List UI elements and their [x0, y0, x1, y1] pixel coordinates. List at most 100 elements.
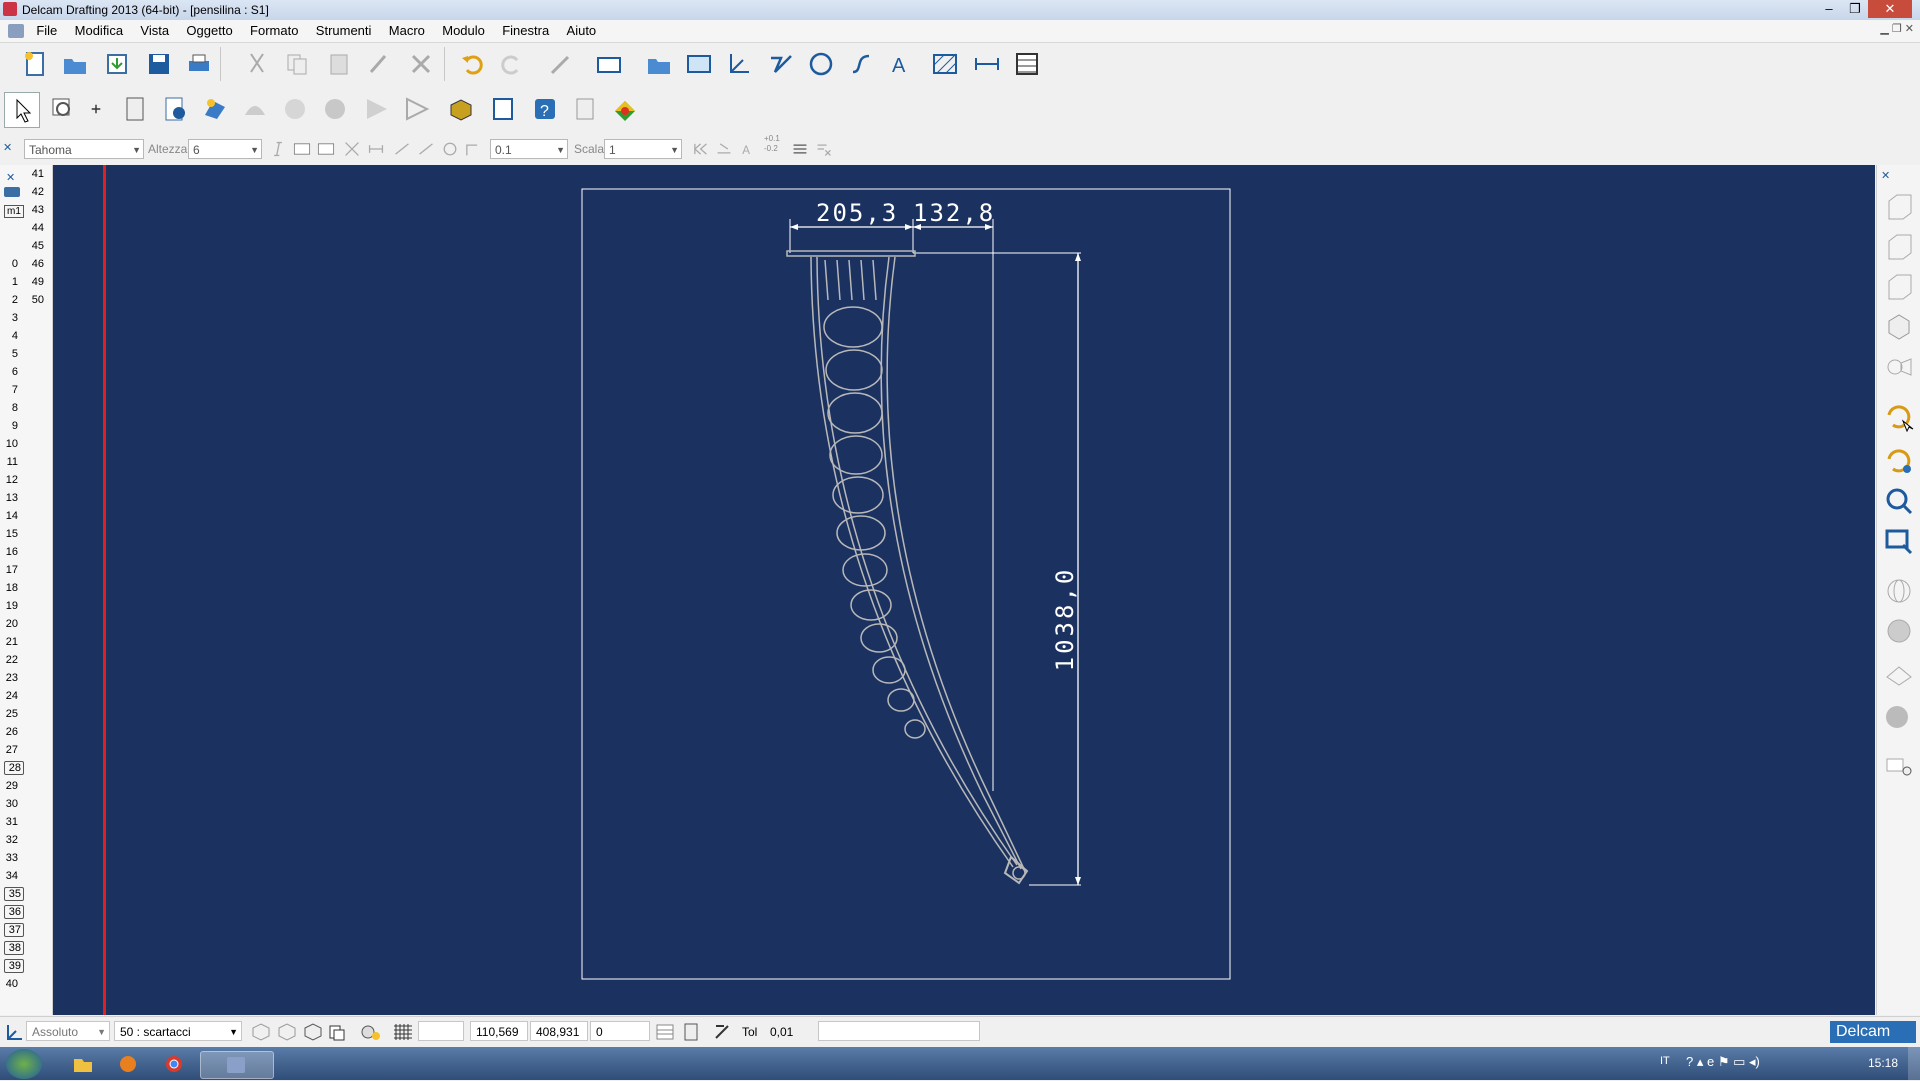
mdi-window-controls[interactable]: ▁ ❐ ✕ — [1880, 22, 1914, 35]
snap-box-icon[interactable] — [302, 1022, 324, 1042]
copy-icon[interactable] — [280, 47, 314, 81]
ball-icon[interactable] — [318, 92, 352, 126]
layer-number[interactable]: 49 — [28, 275, 44, 289]
wizard-icon[interactable] — [198, 92, 232, 126]
layer-number[interactable]: 38 — [4, 941, 24, 955]
layer-number[interactable]: 22 — [4, 653, 18, 667]
command-input[interactable] — [818, 1021, 980, 1041]
open-folder-icon[interactable] — [642, 47, 676, 81]
print-icon[interactable] — [182, 47, 216, 81]
tray-icons[interactable]: ? ▴ e ⚑ ▭ ◂) — [1686, 1054, 1760, 1070]
scale-select[interactable]: 1 ▼ — [604, 139, 682, 159]
undo-icon[interactable] — [456, 47, 490, 81]
cut-icon[interactable] — [240, 47, 274, 81]
rotate-view-icon[interactable] — [1883, 445, 1915, 477]
tolerance-values[interactable]: +0.1 -0.2 — [764, 134, 780, 154]
frame-icon[interactable] — [486, 92, 520, 126]
sphere-icon[interactable] — [278, 92, 312, 126]
wireframe-sphere-icon[interactable] — [1883, 575, 1915, 607]
hatch-icon[interactable] — [928, 47, 962, 81]
start-button[interactable] — [6, 1049, 42, 1079]
layer-number[interactable]: 40 — [4, 977, 18, 991]
layer-number[interactable]: 8 — [4, 401, 18, 415]
layer-number[interactable]: 1 — [4, 275, 18, 289]
layer-number[interactable]: 36 — [4, 905, 24, 919]
pen-icon[interactable] — [544, 47, 578, 81]
layer-number[interactable]: 7 — [4, 383, 18, 397]
zoom-window-icon[interactable] — [46, 92, 80, 126]
layer-number[interactable]: 50 — [28, 293, 44, 307]
snap-settings-icon[interactable] — [358, 1022, 382, 1042]
layer-number[interactable]: 12 — [4, 473, 18, 487]
light-icon[interactable] — [1883, 749, 1915, 781]
save-icon[interactable] — [142, 47, 176, 81]
calc-icon[interactable] — [680, 1022, 702, 1042]
layer-number[interactable]: 42 — [28, 185, 44, 199]
chrome-icon[interactable] — [154, 1051, 194, 1077]
snap-cube-icon[interactable] — [250, 1022, 272, 1042]
layer-select[interactable]: 50 : scartacci ▼ — [114, 1021, 242, 1041]
layer-number[interactable]: 19 — [4, 599, 18, 613]
view-side-icon[interactable] — [1883, 231, 1915, 263]
align-right-icon[interactable] — [314, 132, 338, 166]
snap-stack-icon[interactable] — [326, 1022, 348, 1042]
radius-icon[interactable] — [460, 132, 484, 166]
layer-number[interactable]: 16 — [4, 545, 18, 559]
list-icon[interactable] — [788, 132, 812, 166]
redo-icon[interactable] — [494, 47, 528, 81]
media-player-icon[interactable] — [108, 1051, 148, 1077]
spacing-select[interactable]: 0.1 ▼ — [490, 139, 568, 159]
height-select[interactable]: 6 ▼ — [188, 139, 262, 159]
new-icon[interactable] — [18, 47, 52, 81]
maximize-button[interactable]: ❐ — [1842, 0, 1868, 18]
clock[interactable]: 15:18 — [1868, 1056, 1898, 1070]
table-view-icon[interactable] — [654, 1022, 676, 1042]
colorize-icon[interactable] — [608, 92, 642, 126]
first-icon[interactable] — [688, 132, 712, 166]
grid-value-field[interactable] — [418, 1021, 464, 1041]
font-select[interactable]: Tahoma ▼ — [24, 139, 144, 159]
layer-number[interactable]: 6 — [4, 365, 18, 379]
menu-oggetto[interactable]: Oggetto — [179, 20, 239, 42]
layer-number[interactable]: 31 — [4, 815, 18, 829]
menu-file[interactable]: File — [29, 20, 64, 42]
tol-value[interactable]: 0,01 — [764, 1021, 808, 1041]
layer-number[interactable]: 45 — [28, 239, 44, 253]
layer-number[interactable]: 39 — [4, 959, 24, 973]
coord-z-field[interactable]: 0 — [590, 1021, 650, 1041]
layer-number[interactable]: 3 — [4, 311, 18, 325]
undo-view-icon[interactable] — [1883, 401, 1915, 433]
layer-number[interactable]: 11 — [4, 455, 18, 469]
layer-number[interactable]: 46 — [28, 257, 44, 271]
italic-icon[interactable] — [266, 132, 290, 166]
app-icon[interactable] — [3, 2, 17, 16]
coordinate-system-icon[interactable] — [4, 1023, 24, 1043]
shade-icon[interactable] — [400, 92, 434, 126]
pin-icon[interactable] — [86, 92, 106, 126]
brush-icon[interactable] — [362, 47, 396, 81]
layer-number[interactable]: 14 — [4, 509, 18, 523]
open-icon[interactable] — [58, 47, 92, 81]
table-icon[interactable] — [1010, 47, 1044, 81]
delcam-task-icon[interactable] — [200, 1051, 274, 1079]
layer-number[interactable]: 18 — [4, 581, 18, 595]
circle-icon[interactable] — [804, 47, 838, 81]
layer-number[interactable]: 2 — [4, 293, 18, 307]
layer-number[interactable]: 25 — [4, 707, 18, 721]
align-left-icon[interactable] — [290, 132, 314, 166]
curve-icon[interactable] — [844, 47, 878, 81]
layer-number[interactable]: 17 — [4, 563, 18, 577]
view-iso-icon[interactable] — [1883, 311, 1915, 343]
layer-number[interactable]: 10 — [4, 437, 18, 451]
view-camera-icon[interactable] — [1883, 351, 1915, 383]
layer-number[interactable]: 23 — [4, 671, 18, 685]
layer-number[interactable]: 5 — [4, 347, 18, 361]
close-button[interactable]: ✕ — [1868, 0, 1912, 18]
layer-number[interactable]: 28 — [4, 761, 24, 775]
layer-number[interactable]: 27 — [4, 743, 18, 757]
zoom-all-icon[interactable] — [1883, 485, 1915, 517]
shape-icon[interactable] — [238, 92, 272, 126]
render-sphere-icon[interactable] — [1883, 701, 1915, 733]
explorer-icon[interactable] — [62, 1051, 102, 1077]
box-icon[interactable] — [444, 92, 478, 126]
